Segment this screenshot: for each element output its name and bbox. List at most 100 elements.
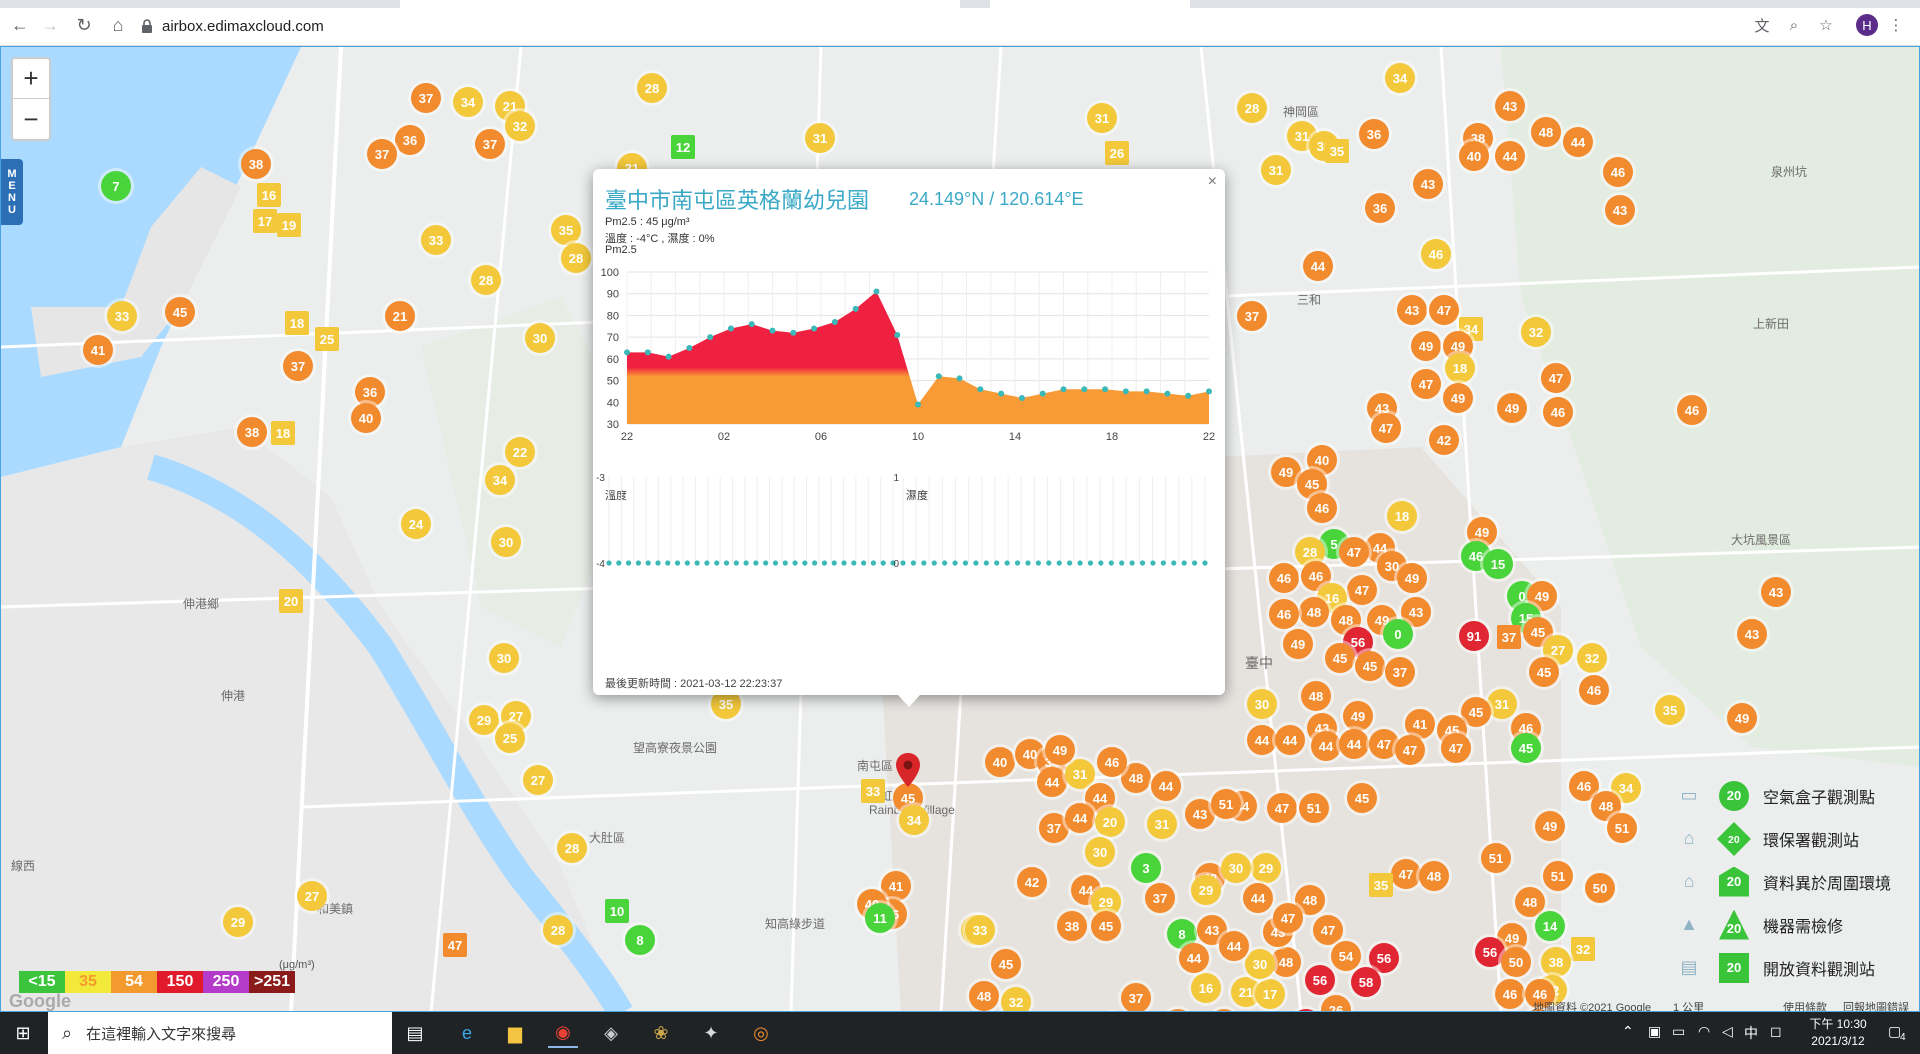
- airbox-marker[interactable]: 36: [355, 377, 385, 407]
- airbox-marker[interactable]: 43: [1495, 91, 1525, 121]
- back-icon[interactable]: ←: [8, 13, 32, 37]
- airbox-marker[interactable]: 29: [1191, 875, 1221, 905]
- airbox-marker[interactable]: 44: [1037, 767, 1067, 797]
- airbox-marker[interactable]: 44: [1179, 943, 1209, 973]
- airbox-marker[interactable]: 33: [965, 915, 995, 945]
- airbox-marker[interactable]: 44: [1495, 141, 1525, 171]
- airbox-marker[interactable]: 34: [1385, 63, 1415, 93]
- airbox-marker[interactable]: 51: [1543, 861, 1573, 891]
- open-data-marker[interactable]: 19: [277, 213, 301, 237]
- airbox-marker[interactable]: 37: [1385, 657, 1415, 687]
- airbox-marker[interactable]: 49: [1443, 383, 1473, 413]
- open-data-marker[interactable]: 20: [279, 589, 303, 613]
- airbox-marker[interactable]: 49: [1411, 331, 1441, 361]
- airbox-marker[interactable]: 34: [453, 87, 483, 117]
- airbox-marker[interactable]: 36: [1365, 193, 1395, 223]
- airbox-marker[interactable]: 47: [1411, 369, 1441, 399]
- airbox-marker[interactable]: 38: [241, 149, 271, 179]
- airbox-marker[interactable]: 44: [1247, 725, 1277, 755]
- zoom-out-button[interactable]: −: [13, 99, 49, 139]
- airbox-marker[interactable]: 47: [1339, 537, 1369, 567]
- airbox-marker[interactable]: 30: [525, 323, 555, 353]
- airbox-marker[interactable]: 40: [351, 403, 381, 433]
- airbox-marker[interactable]: 15: [1483, 549, 1513, 579]
- airbox-marker[interactable]: 27: [297, 881, 327, 911]
- airbox-marker[interactable]: 44: [1275, 725, 1305, 755]
- airbox-marker[interactable]: 58: [1351, 967, 1381, 997]
- airbox-marker[interactable]: 29: [469, 705, 499, 735]
- airbox-marker[interactable]: 37: [367, 139, 397, 169]
- airbox-marker[interactable]: 30: [1085, 837, 1115, 867]
- airbox-marker[interactable]: 32: [1577, 643, 1607, 673]
- airbox-marker[interactable]: 50: [1501, 947, 1531, 977]
- airbox-marker[interactable]: 45: [1347, 783, 1377, 813]
- terms-link[interactable]: 使用條款: [1783, 999, 1827, 1011]
- airbox-marker[interactable]: 21: [385, 301, 415, 331]
- task-view-icon[interactable]: ▤: [400, 1018, 430, 1048]
- airbox-marker[interactable]: 49: [1283, 629, 1313, 659]
- airbox-marker[interactable]: 38: [237, 417, 267, 447]
- airbox-marker[interactable]: 51: [1481, 843, 1511, 873]
- airbox-marker[interactable]: 18: [1387, 501, 1417, 531]
- file-explorer-icon[interactable]: ▆: [500, 1018, 530, 1048]
- airbox-marker[interactable]: 54: [1331, 941, 1361, 971]
- airbox-marker[interactable]: 36: [1359, 119, 1389, 149]
- open-data-marker[interactable]: 32: [1571, 937, 1595, 961]
- open-data-marker[interactable]: 17: [253, 209, 277, 233]
- airbox-marker[interactable]: 20: [1095, 807, 1125, 837]
- selected-location-pin-icon[interactable]: [895, 753, 921, 789]
- airbox-marker[interactable]: 91: [1459, 621, 1489, 651]
- airbox-marker[interactable]: 31: [1147, 809, 1177, 839]
- taskbar-search[interactable]: ⌕ 在這裡輸入文字來搜尋: [48, 1012, 392, 1054]
- tray-chevron-icon[interactable]: ⌃: [1622, 1023, 1634, 1040]
- airbox-marker[interactable]: 48: [969, 981, 999, 1011]
- airbox-marker[interactable]: 48: [1515, 887, 1545, 917]
- airbox-marker[interactable]: 43: [1761, 577, 1791, 607]
- tray-app-icon[interactable]: ▣: [1648, 1023, 1661, 1040]
- airbox-marker[interactable]: 46: [1269, 563, 1299, 593]
- airbox-marker[interactable]: 16: [1191, 973, 1221, 1003]
- airbox-marker[interactable]: 47: [1371, 413, 1401, 443]
- open-data-marker[interactable]: 37: [1497, 625, 1521, 649]
- airbox-marker[interactable]: 22: [505, 437, 535, 467]
- airbox-marker[interactable]: 37: [1121, 983, 1151, 1011]
- airbox-marker[interactable]: 0: [1383, 619, 1413, 649]
- airbox-marker[interactable]: 27: [523, 765, 553, 795]
- open-data-marker[interactable]: 35: [1325, 139, 1349, 163]
- airbox-marker[interactable]: 37: [411, 83, 441, 113]
- airbox-marker[interactable]: 30: [491, 527, 521, 557]
- airbox-marker[interactable]: 34: [899, 805, 929, 835]
- airbox-marker[interactable]: 46: [1579, 675, 1609, 705]
- airbox-marker[interactable]: 31: [1261, 155, 1291, 185]
- airbox-marker[interactable]: 51: [1607, 813, 1637, 843]
- open-data-marker[interactable]: 47: [443, 933, 467, 957]
- airbox-marker[interactable]: 49: [1535, 811, 1565, 841]
- zoom-in-button[interactable]: +: [13, 59, 49, 99]
- airbox-marker[interactable]: 7: [101, 171, 131, 201]
- reload-icon[interactable]: ↻: [72, 13, 96, 37]
- ime-mode-icon[interactable]: ◻: [1770, 1023, 1782, 1040]
- open-data-marker[interactable]: 35: [1369, 873, 1393, 897]
- volume-icon[interactable]: ◁: [1722, 1023, 1733, 1040]
- airbox-marker[interactable]: 44: [1065, 803, 1095, 833]
- airbox-marker[interactable]: 43: [1737, 619, 1767, 649]
- airbox-marker[interactable]: 45: [1091, 911, 1121, 941]
- airbox-marker[interactable]: 45: [991, 949, 1021, 979]
- airbox-marker[interactable]: 44: [1563, 127, 1593, 157]
- airbox-marker[interactable]: 44: [1151, 771, 1181, 801]
- airbox-marker[interactable]: 30: [489, 643, 519, 673]
- airbox-marker[interactable]: 46: [1421, 239, 1451, 269]
- airbox-marker[interactable]: 29: [223, 907, 253, 937]
- airbox-marker[interactable]: 24: [401, 509, 431, 539]
- airbox-marker[interactable]: 47: [1429, 295, 1459, 325]
- airbox-marker[interactable]: 47: [1391, 859, 1421, 889]
- airbox-marker[interactable]: 31: [1065, 759, 1095, 789]
- airbox-marker[interactable]: 42: [1429, 425, 1459, 455]
- airbox-marker[interactable]: 37: [283, 351, 313, 381]
- airbox-marker[interactable]: 45: [1529, 657, 1559, 687]
- airbox-marker[interactable]: 31: [1487, 689, 1517, 719]
- airbox-marker[interactable]: 40: [985, 747, 1015, 777]
- airbox-marker[interactable]: 17: [1255, 979, 1285, 1009]
- tab[interactable]: [990, 0, 1190, 8]
- airbox-marker[interactable]: 42: [1017, 867, 1047, 897]
